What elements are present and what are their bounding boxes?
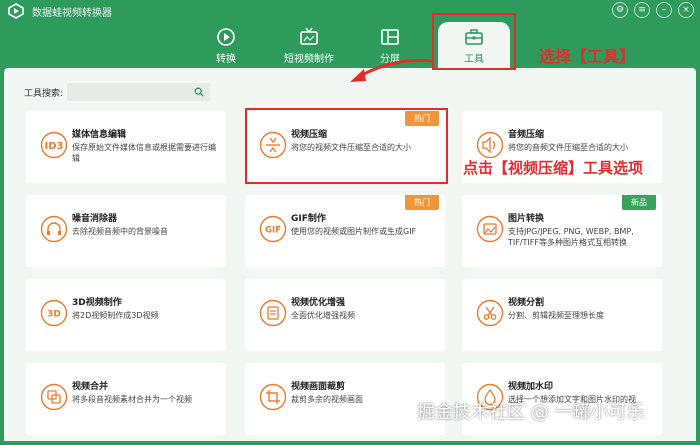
headphone-icon — [40, 215, 68, 243]
tool-title: 视频画面裁剪 — [291, 382, 346, 392]
app-title: 数据蛙视频转换器 — [32, 8, 112, 19]
tool-desc: 保存原始文件媒体信息或根据需要进行编辑 — [72, 143, 216, 163]
tool-title: 媒体信息编辑 — [72, 130, 127, 140]
window-controls: ⚙ ≡ – × — [612, 2, 694, 18]
tool-card-3d-video[interactable]: 3D 3D视频制作 将2D视频制作成3D视频 — [26, 279, 226, 351]
tab-short-video[interactable]: 短视频制作 — [274, 22, 344, 68]
settings-icon[interactable]: ⚙ — [612, 2, 628, 18]
tool-desc: 支持JPG/JPEG, PNG, WEBP, BMP, TIF/TIFF等多种图… — [508, 227, 634, 247]
tool-card-video-enhance[interactable]: 视频优化增强 全面优化增强视频 — [245, 279, 445, 351]
id3-icon-text: ID3 — [45, 141, 64, 152]
search-label: 工具搜索: — [24, 88, 64, 99]
tool-title: 视频合并 — [72, 382, 109, 392]
tool-title: 3D视频制作 — [72, 298, 122, 308]
tool-title: GIF制作 — [291, 214, 326, 224]
search-icon[interactable] — [194, 87, 204, 97]
audio-compress-icon — [476, 131, 504, 159]
tool-title: 视频加水印 — [508, 382, 554, 392]
tab-label: 转换 — [216, 54, 236, 65]
menu-icon[interactable]: ≡ — [634, 2, 650, 18]
gif-icon: GIF — [259, 215, 287, 243]
tool-search: 工具搜索: — [24, 83, 211, 101]
tv-icon — [300, 27, 318, 45]
tool-title: 噪音消除器 — [72, 214, 118, 224]
annotation-select-tools: 选择【工具】 — [539, 47, 636, 66]
new-badge: 新品 — [622, 195, 656, 210]
tool-title: 图片转换 — [508, 214, 545, 224]
annotation-arrow-icon — [350, 58, 433, 82]
tool-card-gif-maker[interactable]: GIF GIF制作 使用您的视频或图片制作或生成GIF 热门 — [245, 195, 445, 267]
tool-desc: 将您的音频文件压缩至合适的大小 — [508, 143, 628, 152]
tool-desc: 使用您的视频或图片制作或生成GIF — [291, 227, 417, 236]
tool-card-media-info[interactable]: ID3 媒体信息编辑 保存原始文件媒体信息或根据需要进行编辑 — [26, 111, 226, 183]
tool-card-video-crop[interactable]: 视频画面裁剪 裁剪多余的视频画面 — [245, 363, 445, 435]
annotation-box-tools-tab — [432, 13, 516, 70]
annotation-box-video-compress — [245, 108, 448, 184]
gif-icon-text: GIF — [265, 226, 281, 236]
tool-card-video-merge[interactable]: 视频合并 将多段音视频素材合并为一个视频 — [26, 363, 226, 435]
hot-badge: 热门 — [405, 195, 439, 210]
id3-icon: ID3 — [40, 131, 68, 159]
tool-desc: 分割、剪辑视频至理想长度 — [508, 311, 604, 320]
search-input[interactable] — [67, 83, 211, 101]
convert-icon — [217, 28, 235, 46]
tool-title: 视频优化增强 — [291, 298, 346, 308]
tool-card-noise-remover[interactable]: 噪音消除器 去除视频音频中的背景噪音 — [26, 195, 226, 267]
tool-card-video-split[interactable]: 视频分割 分割、剪辑视频至理想长度 — [462, 279, 662, 351]
site-watermark: 掘金技术社区 @ 一罐小可乐 — [417, 402, 645, 423]
crop-icon — [259, 383, 287, 411]
tool-title: 视频分割 — [508, 298, 545, 308]
app-logo-icon — [8, 3, 24, 19]
annotation-click-compress: 点击【视频压缩】工具选项 — [463, 159, 644, 177]
scissors-icon — [476, 299, 504, 327]
split-screen-icon — [381, 29, 399, 45]
tool-title: 音频压缩 — [508, 130, 545, 140]
title-bar: 数据蛙视频转换器 ⚙ ≡ – × — [0, 0, 700, 22]
3d-icon: 3D — [40, 299, 68, 327]
tool-desc: 去除视频音频中的背景噪音 — [72, 227, 168, 236]
tool-desc: 全面优化增强视频 — [291, 311, 355, 320]
image-convert-icon — [476, 215, 504, 243]
enhance-icon — [259, 299, 287, 327]
tab-label: 短视频制作 — [284, 54, 334, 65]
close-icon[interactable]: × — [678, 2, 694, 18]
minimize-icon[interactable]: – — [656, 2, 672, 18]
tab-convert[interactable]: 转换 — [191, 22, 261, 68]
tool-desc: 将多段音视频素材合并为一个视频 — [72, 395, 192, 404]
3d-icon-text: 3D — [47, 310, 61, 320]
tool-desc: 将2D视频制作成3D视频 — [72, 311, 159, 320]
merge-icon — [40, 383, 68, 411]
tool-card-image-convert[interactable]: 图片转换 支持JPG/JPEG, PNG, WEBP, BMP, TIF/TIF… — [462, 195, 662, 267]
